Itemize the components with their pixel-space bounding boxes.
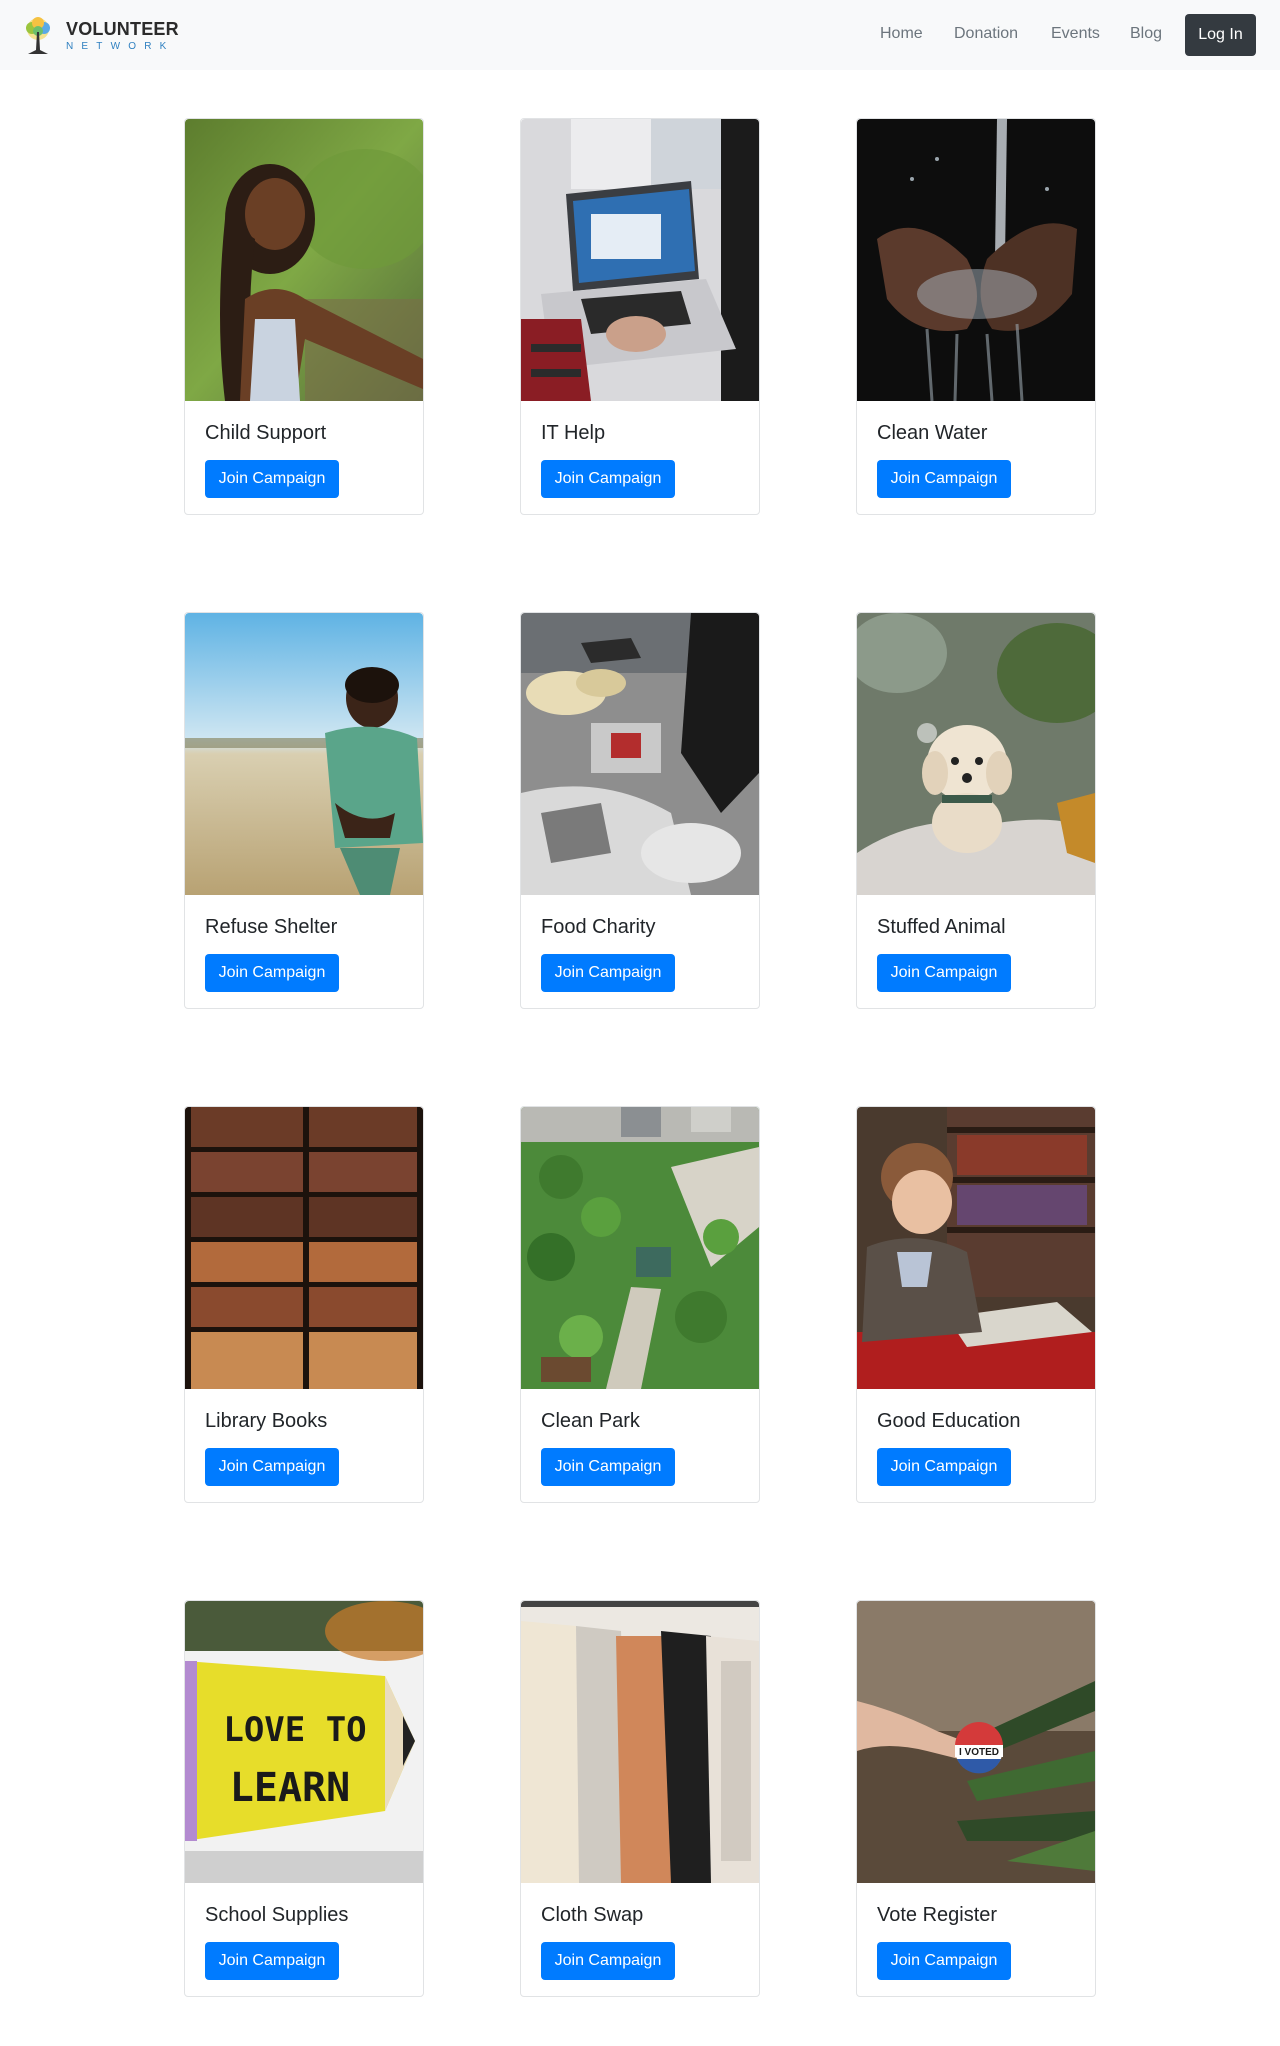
campaign-image (521, 119, 759, 401)
campaign-card: Good Education Join Campaign (856, 1106, 1096, 1503)
join-campaign-button[interactable]: Join Campaign (205, 1942, 339, 1980)
join-campaign-button[interactable]: Join Campaign (541, 1942, 675, 1980)
campaign-title: Food Charity (541, 916, 656, 938)
campaign-title: Refuse Shelter (205, 916, 338, 938)
campaign-title: Good Education (877, 1410, 1021, 1432)
campaign-image (857, 613, 1095, 895)
brand-name: VOLUNTEER (66, 18, 179, 39)
child-reading-photo (857, 1107, 1095, 1389)
campaign-image (185, 613, 423, 895)
join-campaign-button[interactable]: Join Campaign (541, 460, 675, 498)
campaign-image (857, 1107, 1095, 1389)
pencil-text-line1: LOVE TO (223, 1710, 366, 1750)
join-campaign-button[interactable]: Join Campaign (541, 954, 675, 992)
food-sorting-photo (521, 613, 759, 895)
join-campaign-button[interactable]: Join Campaign (877, 460, 1011, 498)
pencil-text-line2: LEARN (230, 1765, 350, 1811)
laptop-typing-photo (521, 119, 759, 401)
campaign-card: Clean Water Join Campaign (856, 118, 1096, 515)
join-campaign-button[interactable]: Join Campaign (205, 460, 339, 498)
join-campaign-button[interactable]: Join Campaign (877, 1942, 1011, 1980)
campaign-card: I VOTED Vote Register Join Campaign (856, 1600, 1096, 1997)
small-dog-photo (857, 613, 1095, 895)
campaign-image (521, 613, 759, 895)
girl-outdoors-photo (185, 119, 423, 401)
campaign-image (857, 119, 1095, 401)
join-campaign-button[interactable]: Join Campaign (877, 954, 1011, 992)
nav-link-blog[interactable]: Blog (1130, 24, 1162, 44)
nav-link-donation[interactable]: Donation (954, 24, 1018, 44)
campaign-image (521, 1601, 759, 1883)
campaign-card: Cloth Swap Join Campaign (520, 1600, 760, 1997)
join-campaign-button[interactable]: Join Campaign (205, 1448, 339, 1486)
navbar: VOLUNTEER NETWORK Home Donation Events B… (0, 0, 1280, 70)
campaign-image: I VOTED (857, 1601, 1095, 1883)
campaign-card: IT Help Join Campaign (520, 118, 760, 515)
campaign-title: Cloth Swap (541, 1904, 644, 1926)
bookshelves-photo (185, 1107, 423, 1389)
campaign-title: Clean Park (541, 1410, 640, 1432)
aerial-park-photo (521, 1107, 759, 1389)
sticker-text: I VOTED (959, 1747, 999, 1758)
campaign-title: IT Help (541, 422, 606, 444)
join-campaign-button[interactable]: Join Campaign (541, 1448, 675, 1486)
clothing-rack-photo (521, 1601, 759, 1883)
love-to-learn-pencil-photo: LOVE TO LEARN (185, 1601, 423, 1883)
campaign-card: Child Support Join Campaign (184, 118, 424, 515)
join-campaign-button[interactable]: Join Campaign (877, 1448, 1011, 1486)
campaign-title: Vote Register (877, 1904, 998, 1926)
campaign-card: Stuffed Animal Join Campaign (856, 612, 1096, 1009)
i-voted-sticker-photo: I VOTED (857, 1601, 1095, 1883)
campaign-image: LOVE TO LEARN (185, 1601, 423, 1883)
campaign-image (521, 1107, 759, 1389)
hands-water-photo (857, 119, 1095, 401)
brand-subtitle: NETWORK (66, 40, 175, 52)
boy-in-field-photo (185, 613, 423, 895)
tree-logo-icon (26, 17, 50, 54)
nav-link-home[interactable]: Home (880, 24, 923, 44)
campaign-title: Library Books (205, 1410, 328, 1432)
campaign-card: Library Books Join Campaign (184, 1106, 424, 1503)
campaign-card: Clean Park Join Campaign (520, 1106, 760, 1503)
login-button[interactable]: Log In (1185, 14, 1256, 56)
campaign-title: School Supplies (205, 1904, 349, 1926)
campaign-image (185, 119, 423, 401)
campaign-title: Stuffed Animal (877, 916, 1006, 938)
join-campaign-button[interactable]: Join Campaign (205, 954, 339, 992)
campaign-title: Clean Water (877, 422, 988, 444)
nav-link-events[interactable]: Events (1051, 24, 1100, 44)
campaign-image (185, 1107, 423, 1389)
campaign-card: Refuse Shelter Join Campaign (184, 612, 424, 1009)
campaign-card: Food Charity Join Campaign (520, 612, 760, 1009)
brand-logo[interactable]: VOLUNTEER NETWORK (18, 14, 179, 58)
campaign-card: LOVE TO LEARN School Supplies Join Campa… (184, 1600, 424, 1997)
campaign-title: Child Support (205, 422, 327, 444)
